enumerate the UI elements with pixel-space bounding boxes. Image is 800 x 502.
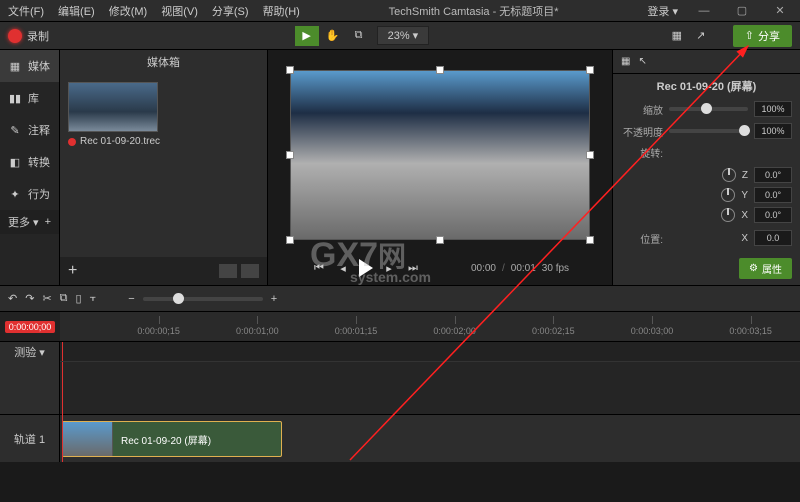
detach-icon[interactable]: ↗	[689, 26, 713, 46]
media-icon: ▦	[8, 59, 22, 73]
behaviors-icon: ✦	[8, 187, 22, 201]
copy-button[interactable]: ⧉	[60, 292, 68, 305]
scale-value[interactable]: 100%	[754, 101, 792, 117]
properties-button[interactable]: ⚙ 属性	[739, 258, 792, 279]
record-button[interactable]: 录制	[8, 28, 49, 44]
rotate-z-dial[interactable]	[722, 168, 736, 182]
ruler-tick: 0:00:03;00	[631, 326, 674, 336]
canvas-preview[interactable]	[290, 70, 590, 240]
opacity-value[interactable]: 100%	[754, 123, 792, 139]
share-button[interactable]: ⇧ 分享	[733, 25, 792, 47]
sidebar-item-transitions[interactable]: ◧转换	[0, 146, 59, 178]
scale-label: 缩放	[621, 102, 663, 117]
timeline-ruler[interactable]: 0:00:00;15 0:00:01;00 0:00:01;15 0:00:02;00…	[60, 312, 800, 341]
time-total: 00:01	[511, 263, 536, 274]
play-button[interactable]	[359, 259, 373, 277]
transitions-icon: ◧	[8, 155, 22, 169]
clip-label: Rec 01-09-20 (屏幕)	[113, 432, 219, 447]
rotate-z-value[interactable]: 0.0°	[754, 167, 792, 183]
time-current: 00:00	[471, 263, 496, 274]
scale-slider[interactable]	[669, 107, 748, 111]
props-tab-cursor-icon[interactable]: ↖	[638, 56, 646, 67]
menu-edit[interactable]: 编辑(E)	[58, 3, 95, 19]
share-icon: ⇧	[745, 29, 754, 42]
cut-button[interactable]: ✂	[42, 292, 51, 305]
gear-icon: ⚙	[749, 263, 758, 274]
ruler-tick: 0:00:03;15	[729, 326, 772, 336]
next-clip-button[interactable]: ⏭	[405, 260, 421, 276]
properties-button-label: 属性	[762, 261, 782, 276]
hand-tool[interactable]: ✋	[321, 26, 345, 46]
opacity-slider[interactable]	[669, 129, 748, 133]
media-item-label: Rec 01-09-20.trec	[80, 136, 160, 147]
bin-title: 媒体箱	[60, 50, 267, 74]
menu-help[interactable]: 帮助(H)	[263, 3, 300, 19]
opacity-label: 不透明度	[621, 124, 663, 139]
fps-label: 30 fps	[542, 263, 569, 274]
position-label: 位置:	[621, 231, 663, 246]
menu-view[interactable]: 视图(V)	[161, 3, 198, 19]
menu-modify[interactable]: 修改(M)	[109, 3, 148, 19]
menu-share[interactable]: 分享(S)	[212, 3, 249, 19]
quiz-track-head[interactable]: 测验 ▾	[0, 342, 60, 362]
timeline-zoom-slider[interactable]	[143, 297, 263, 301]
media-item[interactable]: Rec 01-09-20.trec	[68, 136, 259, 147]
rotate-x-value[interactable]: 0.0°	[754, 207, 792, 223]
rotate-y-value[interactable]: 0.0°	[754, 187, 792, 203]
share-label: 分享	[758, 28, 780, 44]
sidebar-item-library[interactable]: ▮▮库	[0, 82, 59, 114]
sidebar-add[interactable]: +	[45, 216, 51, 228]
rotate-label: 旋转:	[621, 145, 663, 160]
ruler-tick: 0:00:01;15	[335, 326, 378, 336]
playhead-time: 0:00:00;00	[5, 321, 56, 333]
maximize-button[interactable]: ▢	[730, 4, 754, 17]
canvas-options-icon[interactable]: ▦	[665, 26, 689, 46]
undo-button[interactable]: ↶	[8, 292, 17, 305]
sidebar-item-annotations[interactable]: ✎注释	[0, 114, 59, 146]
props-tab-video-icon[interactable]: ▦	[621, 56, 630, 67]
window-title: TechSmith Camtasia - 无标题项目*	[314, 3, 634, 19]
prev-clip-button[interactable]: ⏮	[311, 260, 327, 276]
crop-tool[interactable]: ⧉	[347, 26, 371, 46]
login-dropdown[interactable]: 登录 ▾	[647, 3, 678, 19]
track-1-head[interactable]: 轨道 1	[0, 415, 60, 462]
close-button[interactable]: ✕	[768, 4, 792, 17]
grid-view-icon[interactable]	[219, 264, 237, 278]
list-view-icon[interactable]	[241, 264, 259, 278]
ruler-tick: 0:00:02;15	[532, 326, 575, 336]
redo-button[interactable]: ↷	[25, 292, 34, 305]
sidebar-more[interactable]: 更多 ▾	[8, 214, 39, 230]
library-icon: ▮▮	[8, 91, 22, 105]
pointer-tool[interactable]: ▶	[295, 26, 319, 46]
split-button[interactable]: ⫟	[90, 292, 97, 305]
zoom-dropdown[interactable]: 23% ▾	[377, 26, 430, 45]
rec-badge-icon	[68, 138, 76, 146]
minimize-button[interactable]: —	[692, 5, 716, 17]
bin-add[interactable]: +	[68, 262, 77, 280]
record-label: 录制	[27, 28, 49, 44]
menu-file[interactable]: 文件(F)	[8, 3, 44, 19]
zoom-out-icon[interactable]: −	[128, 293, 134, 305]
step-back-button[interactable]: ◂	[335, 260, 351, 276]
sidebar-item-media[interactable]: ▦媒体	[0, 50, 59, 82]
ruler-tick: 0:00:00;15	[137, 326, 180, 336]
paste-button[interactable]: ▯	[76, 292, 82, 305]
position-x-value[interactable]: 0.0	[754, 230, 792, 246]
annotations-icon: ✎	[8, 123, 22, 137]
step-fwd-button[interactable]: ▸	[381, 260, 397, 276]
record-icon	[8, 29, 22, 43]
zoom-in-icon[interactable]: +	[271, 293, 277, 305]
ruler-tick: 0:00:01;00	[236, 326, 279, 336]
timeline-clip[interactable]: Rec 01-09-20 (屏幕)	[62, 421, 282, 457]
sidebar-item-behaviors[interactable]: ✦行为	[0, 178, 59, 210]
media-thumbnail[interactable]	[68, 82, 158, 132]
rotate-y-dial[interactable]	[721, 188, 735, 202]
ruler-tick: 0:00:02;00	[433, 326, 476, 336]
clip-thumbnail	[63, 422, 113, 456]
selected-clip-name: Rec 01-09-20 (屏幕)	[613, 74, 800, 98]
rotate-x-dial[interactable]	[721, 208, 735, 222]
